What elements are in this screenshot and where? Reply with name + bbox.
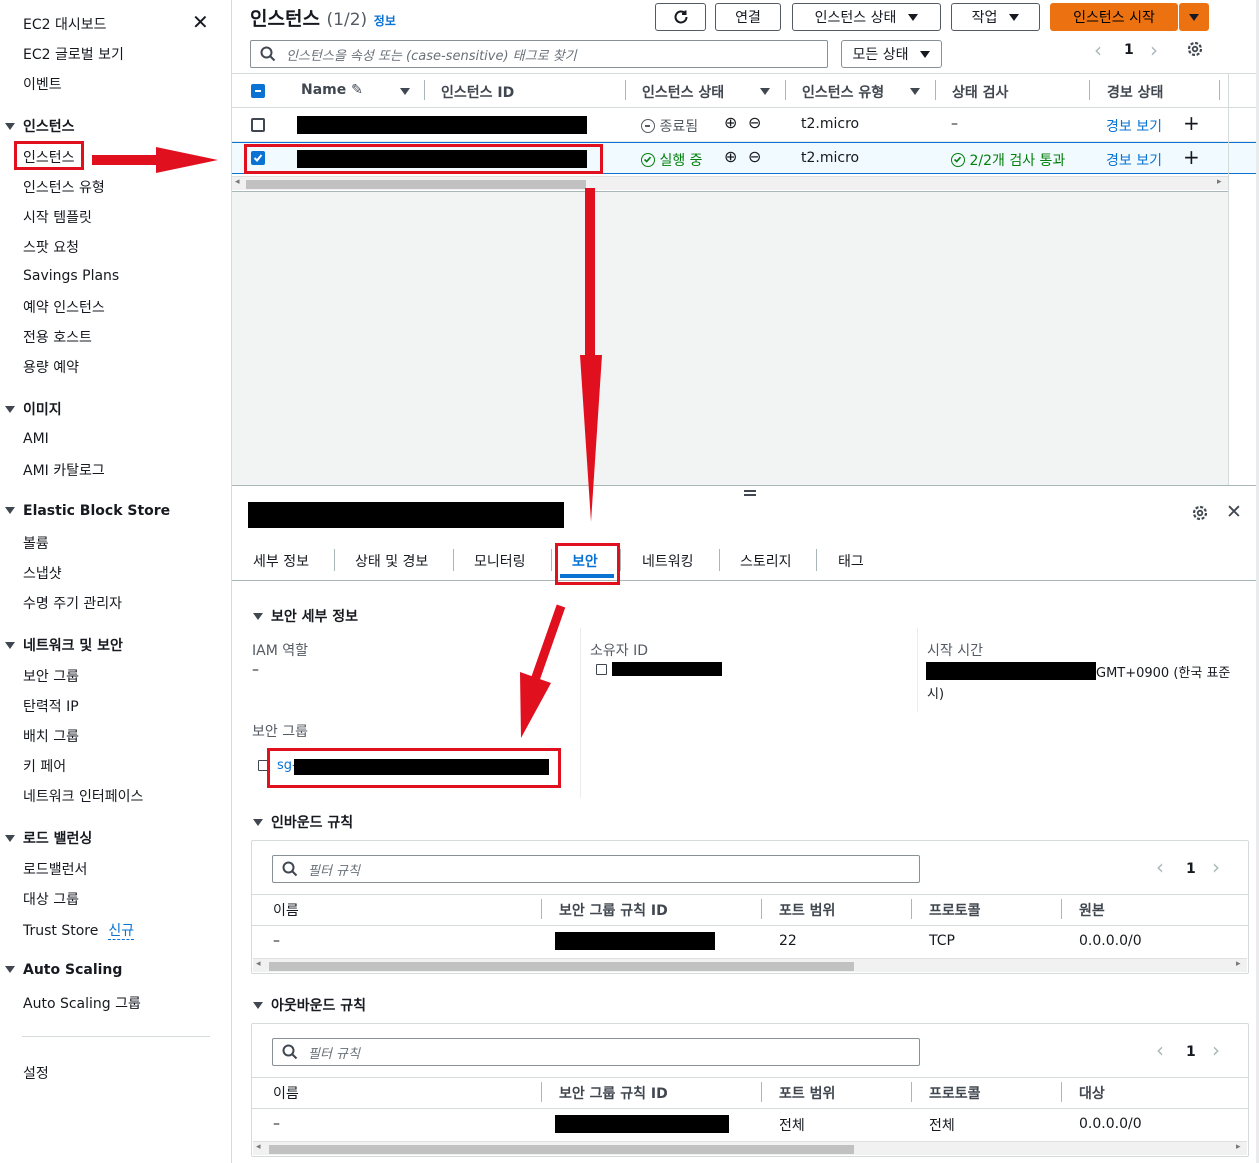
arrow-row-to-tab-head — [580, 355, 602, 522]
arrow-tab-to-sg-head — [520, 672, 551, 738]
arrow-tab-to-sg — [530, 604, 566, 682]
arrow-row-to-tab — [585, 188, 595, 358]
arrow-sidebar-to-row-head — [156, 147, 218, 173]
annotation-arrows — [92, 147, 602, 738]
arrow-sidebar-to-row — [92, 155, 158, 165]
